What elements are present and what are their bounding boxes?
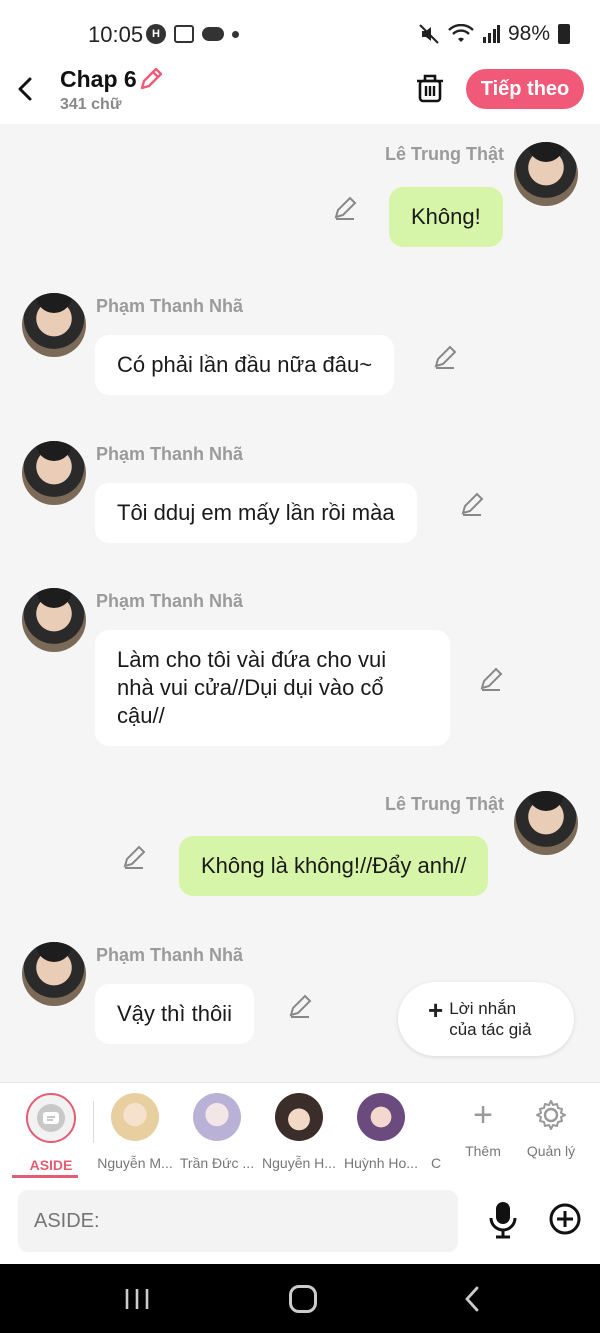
- message-bubble[interactable]: Vậy thì thôii: [95, 984, 254, 1044]
- author-note-label: Lời nhắn của tác giả: [449, 998, 531, 1040]
- mute-icon: [419, 24, 439, 44]
- manage-characters-label: Quản lý: [526, 1143, 576, 1159]
- trash-icon[interactable]: [414, 72, 446, 104]
- more-dot-icon: [232, 30, 239, 38]
- back-icon[interactable]: [462, 1286, 482, 1312]
- character-aside[interactable]: ASIDE: [10, 1093, 92, 1173]
- message-author-name: Phạm Thanh Nhã: [96, 444, 244, 464]
- avatar[interactable]: [22, 588, 86, 652]
- message-author-name: Phạm Thanh Nhã: [96, 591, 244, 611]
- plus-icon: +: [428, 995, 444, 1025]
- recent-apps-icon[interactable]: [124, 1288, 150, 1310]
- character-label: ASIDE: [29, 1157, 73, 1173]
- plus-icon: +: [473, 1096, 493, 1134]
- avatar[interactable]: [22, 293, 86, 357]
- composer-bar: [0, 1178, 600, 1264]
- back-button[interactable]: [12, 74, 38, 104]
- message-bubble[interactable]: Không là không!//Đẩy anh//: [179, 836, 489, 896]
- message-author-name: Phạm Thanh Nhã: [96, 296, 244, 316]
- add-character-label: Thêm: [465, 1143, 501, 1159]
- avatar[interactable]: [514, 791, 578, 855]
- avatar[interactable]: [514, 142, 578, 206]
- message-author-name: Lê Trung Thật: [385, 794, 504, 814]
- app-notification-icon: H: [146, 24, 166, 44]
- message-author-name: Lê Trung Thật: [385, 144, 504, 164]
- character-item[interactable]: Nguyễn M...: [94, 1093, 176, 1171]
- edit-pencil-icon[interactable]: [332, 195, 358, 221]
- microphone-icon[interactable]: [488, 1200, 518, 1240]
- add-character-button[interactable]: + Thêm: [448, 1095, 518, 1159]
- chapter-title: Chap 6: [60, 66, 137, 92]
- character-selector: ASIDE Nguyễn M... Trần Đức ... Nguyễn H.…: [0, 1082, 600, 1178]
- status-right: 98%: [418, 22, 570, 46]
- character-item[interactable]: Trần Đức ...: [176, 1093, 258, 1171]
- character-item[interactable]: Nguyễn H...: [258, 1093, 340, 1171]
- battery-icon: [558, 24, 570, 44]
- edit-pencil-icon[interactable]: [459, 491, 485, 517]
- message-bubble[interactable]: Có phải lần đầu nữa đâu~: [95, 335, 395, 395]
- cloud-icon: [202, 27, 224, 41]
- status-notification-icons: H: [146, 24, 239, 44]
- chat-area[interactable]: Lê Trung Thật Không! Phạm Thanh Nhã Có p…: [0, 124, 600, 1082]
- message-author-name: Phạm Thanh Nhã: [96, 945, 244, 965]
- status-time: 10:05: [88, 22, 144, 47]
- author-note-line1: Lời nhắn: [449, 999, 517, 1018]
- author-note-button[interactable]: + Lời nhắn của tác giả: [398, 982, 574, 1056]
- signal-icon: [482, 25, 500, 43]
- gear-icon: [536, 1100, 566, 1130]
- author-note-line2: của tác giả: [449, 1020, 532, 1039]
- chapter-header: Chap 6 341 chữ Tiếp theo: [0, 64, 600, 124]
- edit-pencil-icon[interactable]: [432, 344, 458, 370]
- message-bubble[interactable]: Tôi dduj em mấy lần rồi màa: [95, 483, 417, 543]
- manage-characters-button[interactable]: Quản lý: [516, 1095, 586, 1159]
- chevron-left-icon: [18, 77, 32, 101]
- edit-title-pencil-icon[interactable]: [138, 66, 164, 92]
- character-label: Trần Đức ...: [179, 1155, 255, 1171]
- message-input[interactable]: [18, 1190, 458, 1252]
- aside-avatar: [26, 1093, 76, 1143]
- character-avatar: [357, 1093, 405, 1141]
- gallery-icon: [174, 25, 194, 43]
- edit-pencil-icon[interactable]: [478, 666, 504, 692]
- home-icon[interactable]: [289, 1285, 317, 1313]
- next-chapter-button[interactable]: Tiếp theo: [466, 69, 584, 109]
- avatar[interactable]: [22, 441, 86, 505]
- status-bar: 10:05 H 98%: [0, 0, 600, 64]
- system-navigation-bar: [0, 1264, 600, 1333]
- chat-bubble-icon: [37, 1104, 65, 1132]
- message-bubble[interactable]: Không!: [389, 187, 503, 247]
- avatar[interactable]: [22, 942, 86, 1006]
- character-item[interactable]: Huỳnh Ho...: [340, 1093, 422, 1171]
- character-label: Huỳnh Ho...: [344, 1155, 418, 1171]
- edit-pencil-icon[interactable]: [287, 993, 313, 1019]
- character-avatar: [426, 1093, 446, 1141]
- character-avatar: [275, 1093, 323, 1141]
- battery-percent: 98%: [507, 22, 550, 45]
- word-count: 341 chữ: [60, 96, 122, 113]
- add-circle-icon[interactable]: [548, 1202, 582, 1236]
- character-avatar: [111, 1093, 159, 1141]
- character-avatar: [193, 1093, 241, 1141]
- message-bubble[interactable]: Làm cho tôi vài đứa cho vui nhà vui cửa/…: [95, 630, 450, 746]
- character-label: Nguyễn H...: [262, 1155, 336, 1171]
- character-label: Nguyễn M...: [97, 1155, 173, 1171]
- edit-pencil-icon[interactable]: [121, 844, 147, 870]
- wifi-icon: [448, 24, 474, 42]
